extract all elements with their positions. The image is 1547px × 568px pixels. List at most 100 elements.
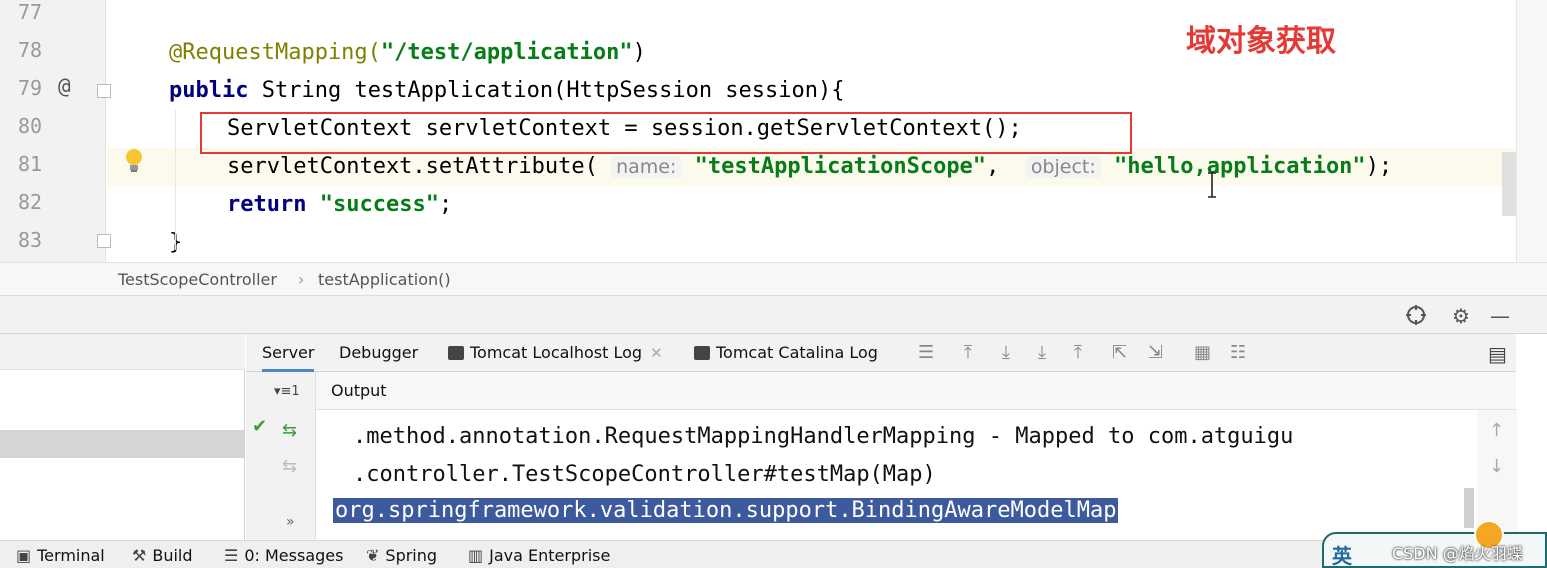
soft-wrap-icon[interactable]: ⇲ [1148,342,1163,363]
code-token: ) [632,40,646,65]
services-tree[interactable] [0,334,245,540]
code-line-content: return "success"; [227,186,452,224]
gutter-line[interactable]: 81 [0,148,106,186]
scroll-up-icon[interactable]: ⤒ [964,342,972,363]
service-tabs: Server Debugger Tomcat Localhost Log ✕ To… [246,334,1516,372]
redeploy-icon[interactable]: ⇆ [282,420,297,441]
output-line: .method.annotation.RequestMappingHandler… [353,424,1294,449]
statusbar-label: Java Enterprise [489,546,611,565]
spring-leaf-icon: ❦ [366,546,380,565]
services-tree-toolbar [0,334,245,370]
code-token: String testApplication(HttpSession sessi… [248,78,845,103]
more-icon[interactable]: » [286,514,295,530]
code-token: servletContext.setAttribute( [227,154,612,179]
watermark: CSDN @焰火羽蝶 [1392,544,1523,563]
output-sidebar: ▾≡1 ✔ ⇆ ⇆ » [246,372,316,540]
editor-scrollbar-thumb[interactable] [1502,152,1516,216]
target-icon[interactable] [1405,304,1427,326]
gutter-line[interactable]: 77 [0,0,106,34]
gutter-line[interactable]: 82 [0,186,106,224]
download-icon[interactable]: ⤓ [1002,342,1010,363]
breadcrumb-separator: › [298,270,305,289]
upload-icon[interactable]: ⤒ [1074,342,1082,363]
tab-tomcat-catalina-log[interactable]: Tomcat Catalina Log [694,334,878,372]
line-number: 78 [18,38,43,62]
close-icon[interactable]: ✕ [650,344,663,362]
line-number: 77 [18,0,43,24]
gutter-line[interactable]: 80 [0,110,106,148]
output-line: .controller.TestScopeController#testMap(… [353,462,936,487]
lightbulb-icon[interactable] [124,148,144,174]
statusbar-spring[interactable]: ❦ Spring [366,546,437,565]
arrow-down-icon[interactable]: ↓ [1489,456,1504,477]
tab-label: Server [262,343,315,362]
editor-scrollbar-track[interactable] [1516,0,1547,262]
code-token: ); [1365,154,1393,179]
tab-label: Tomcat Localhost Log [470,343,643,362]
code-line[interactable]: } [107,224,1517,262]
export-icon[interactable]: ⇱ [1112,342,1127,363]
tab-label: Debugger [339,343,419,362]
breadcrumb: TestScopeController › testApplication() [0,262,1547,296]
log-tab-icon [694,346,710,360]
code-token: ; [438,192,453,217]
breadcrumb-class[interactable]: TestScopeController [118,270,277,289]
tab-label: Tomcat Catalina Log [716,343,878,362]
code-line[interactable]: public String testApplication(HttpSessio… [107,72,1517,110]
highlight-annotation-box [200,112,1132,154]
code-token: , [986,154,1026,179]
line-number: 82 [18,190,43,214]
statusbar-label: 0: Messages [244,546,344,565]
gutter-line[interactable]: 78 [0,34,106,72]
check-icon: ✔ [252,416,268,437]
gutter-line[interactable]: 83 [0,224,106,262]
indent-guide [175,188,176,228]
line-number: 79 [18,76,43,100]
scroll-end-icon[interactable]: ⤓ [1038,342,1046,363]
tab-debugger[interactable]: Debugger [339,334,418,372]
code-token: "success" [319,192,439,217]
statusbar-label: Terminal [37,546,105,565]
breadcrumb-method[interactable]: testApplication() [318,270,451,289]
indent-guide [175,110,176,250]
terminal-icon: ▣ [16,546,32,565]
sort-icon[interactable]: ▾≡1 [274,384,300,399]
minimize-icon[interactable]: — [1490,304,1510,328]
output-console[interactable]: .method.annotation.RequestMappingHandler… [317,410,1477,540]
code-editor[interactable]: 77 78 79 @80 81 82 83 @RequestMapping("/test/a… [0,0,1547,296]
tab-server[interactable]: Server [262,334,315,372]
code-line-content: @RequestMapping("/test/application") [169,34,646,72]
tab-tomcat-localhost-log[interactable]: Tomcat Localhost Log ✕ [448,334,663,372]
log-tab-icon [448,346,464,360]
output-scrollbar-thumb[interactable] [1464,488,1474,528]
parameter-hint: object: [1025,156,1101,178]
filter-icon[interactable]: ☷ [1230,342,1246,363]
code-token: return [227,192,307,217]
gutter-line[interactable]: 79 @ [0,72,106,110]
statusbar-messages[interactable]: ☰ 0: Messages [224,546,343,565]
table-icon[interactable]: ▦ [1194,342,1211,363]
output-label: Output [331,381,387,400]
statusbar-java-enterprise[interactable]: ▥ Java Enterprise [468,546,610,565]
layout-icon[interactable]: ▤ [1488,342,1507,366]
at-mark-icon[interactable]: @ [58,74,71,98]
line-number: 83 [18,228,43,252]
gear-icon[interactable]: ⚙ [1452,304,1470,328]
ime-language[interactable]: 英 [1332,540,1352,568]
tree-selected-row[interactable] [0,430,245,458]
statusbar-build[interactable]: ⚒ Build [132,546,193,565]
code-token: "/test/application" [380,40,633,65]
arrow-up-icon[interactable]: ↑ [1489,420,1504,441]
statusbar-terminal[interactable]: ▣ Terminal [16,546,105,565]
menu-lines-icon[interactable]: ☰ [918,342,934,363]
parameter-hint: name: [611,156,682,178]
code-token: public [169,78,249,103]
bottom-tool-bar: ▣ Terminal ⚒ Build ☰ 0: Messages ❦ Spring ▥ J… [0,540,1547,568]
code-line[interactable]: return "success"; [107,186,1517,224]
undeploy-icon[interactable]: ⇆ [282,456,297,477]
statusbar-label: Spring [385,546,438,565]
line-number-gutter[interactable]: 77 78 79 @80 81 82 83 [0,0,111,262]
java-enterprise-icon: ▥ [468,546,484,565]
